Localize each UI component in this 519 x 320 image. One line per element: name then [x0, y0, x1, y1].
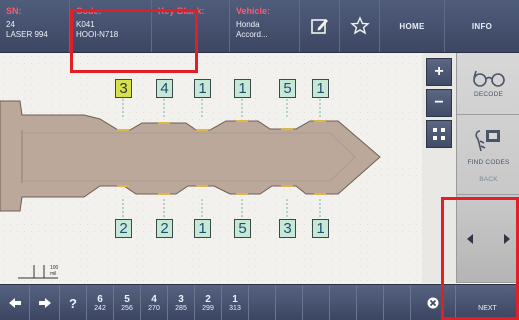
- bottom-cut-4[interactable]: 5: [234, 219, 251, 238]
- glasses-icon: [472, 70, 505, 87]
- bottom-cut-1[interactable]: 2: [115, 219, 132, 238]
- depth-button-2[interactable]: 2 299: [195, 285, 222, 320]
- top-cut-6[interactable]: 1: [312, 79, 329, 98]
- empty-slot: [357, 285, 384, 320]
- minus-icon: −: [434, 94, 444, 111]
- vehicle-label: Vehicle:: [236, 6, 271, 16]
- fit-view-button[interactable]: [426, 120, 452, 148]
- decode-button[interactable]: DECODE: [457, 53, 519, 115]
- home-button[interactable]: HOME: [380, 0, 445, 52]
- move-right-button[interactable]: [30, 285, 60, 320]
- highlight-code-box: [70, 9, 198, 73]
- scale-label: 100 mil: [50, 265, 58, 277]
- empty-slot: [276, 285, 303, 320]
- sn-value-2: LASER 994: [6, 30, 48, 39]
- favorite-button[interactable]: [340, 0, 380, 52]
- depth-button-3[interactable]: 3 285: [168, 285, 195, 320]
- empty-slot: [384, 285, 411, 320]
- empty-slot: [249, 285, 276, 320]
- sn-cell: SN: 24 LASER 994: [0, 0, 70, 52]
- depth-num: 5: [124, 293, 130, 305]
- move-left-button[interactable]: [0, 285, 30, 320]
- top-cut-1[interactable]: 3: [115, 79, 132, 98]
- help-label: ?: [69, 295, 77, 311]
- key-display-area: 3 4 1 1 5 1 2 2 1 5 3 1 100 mil: [0, 53, 422, 283]
- depth-num: 1: [232, 293, 238, 305]
- bottom-cut-3[interactable]: 1: [194, 219, 211, 238]
- depth-value: 313: [229, 304, 241, 312]
- depth-value: 256: [121, 304, 133, 312]
- close-icon: [427, 297, 439, 309]
- depth-value: 299: [202, 304, 214, 312]
- depth-num: 6: [97, 293, 103, 305]
- find-codes-label: FIND CODES: [467, 158, 510, 166]
- arrow-right-icon: [38, 298, 51, 308]
- depth-num: 4: [151, 293, 157, 305]
- sn-value-1: 24: [6, 20, 15, 29]
- help-button[interactable]: ?: [60, 285, 87, 320]
- arrow-left-icon: [8, 298, 21, 308]
- top-cut-5[interactable]: 5: [279, 79, 296, 98]
- find-codes-button[interactable]: FIND CODES BACK: [457, 115, 519, 195]
- top-cut-3[interactable]: 1: [194, 79, 211, 98]
- edit-button[interactable]: [300, 0, 340, 52]
- vehicle-value-1: Honda: [236, 20, 260, 29]
- depth-value: 285: [175, 304, 187, 312]
- edit-icon: [310, 19, 328, 34]
- info-button[interactable]: INFO: [445, 0, 519, 52]
- depth-value: 270: [148, 304, 160, 312]
- depth-value: 242: [94, 304, 106, 312]
- empty-slot: [330, 285, 357, 320]
- zoom-in-button[interactable]: +: [426, 58, 452, 86]
- depth-button-1[interactable]: 1 313: [222, 285, 249, 320]
- depth-button-5[interactable]: 5 256: [114, 285, 141, 320]
- highlight-next-box: [441, 197, 519, 320]
- key-icon: [474, 129, 500, 151]
- decode-label: DECODE: [473, 91, 503, 98]
- vehicle-cell: Vehicle: Honda Accord...: [230, 0, 300, 52]
- key-drawing: [0, 99, 381, 279]
- depth-num: 3: [178, 293, 184, 305]
- depth-button-6[interactable]: 6 242: [87, 285, 114, 320]
- fit-icon: [433, 128, 445, 140]
- back-label: BACK: [479, 175, 498, 183]
- vehicle-value-2: Accord...: [236, 30, 268, 39]
- depth-num: 2: [205, 293, 211, 305]
- bottom-cut-5[interactable]: 3: [279, 219, 296, 238]
- scale-label-2: mil: [50, 271, 57, 277]
- depth-button-4[interactable]: 4 270: [141, 285, 168, 320]
- empty-slot: [303, 285, 330, 320]
- bottom-cut-6[interactable]: 1: [312, 219, 329, 238]
- screen: SN: 24 LASER 994 Code: K041 HOOI-N718 Ke…: [0, 0, 519, 320]
- plus-icon: +: [434, 63, 444, 80]
- bottom-cut-2[interactable]: 2: [156, 219, 173, 238]
- sn-label: SN:: [6, 6, 22, 16]
- zoom-out-button[interactable]: −: [426, 89, 452, 117]
- star-icon: [349, 16, 370, 35]
- top-cut-2[interactable]: 4: [156, 79, 173, 98]
- top-cut-4[interactable]: 1: [234, 79, 251, 98]
